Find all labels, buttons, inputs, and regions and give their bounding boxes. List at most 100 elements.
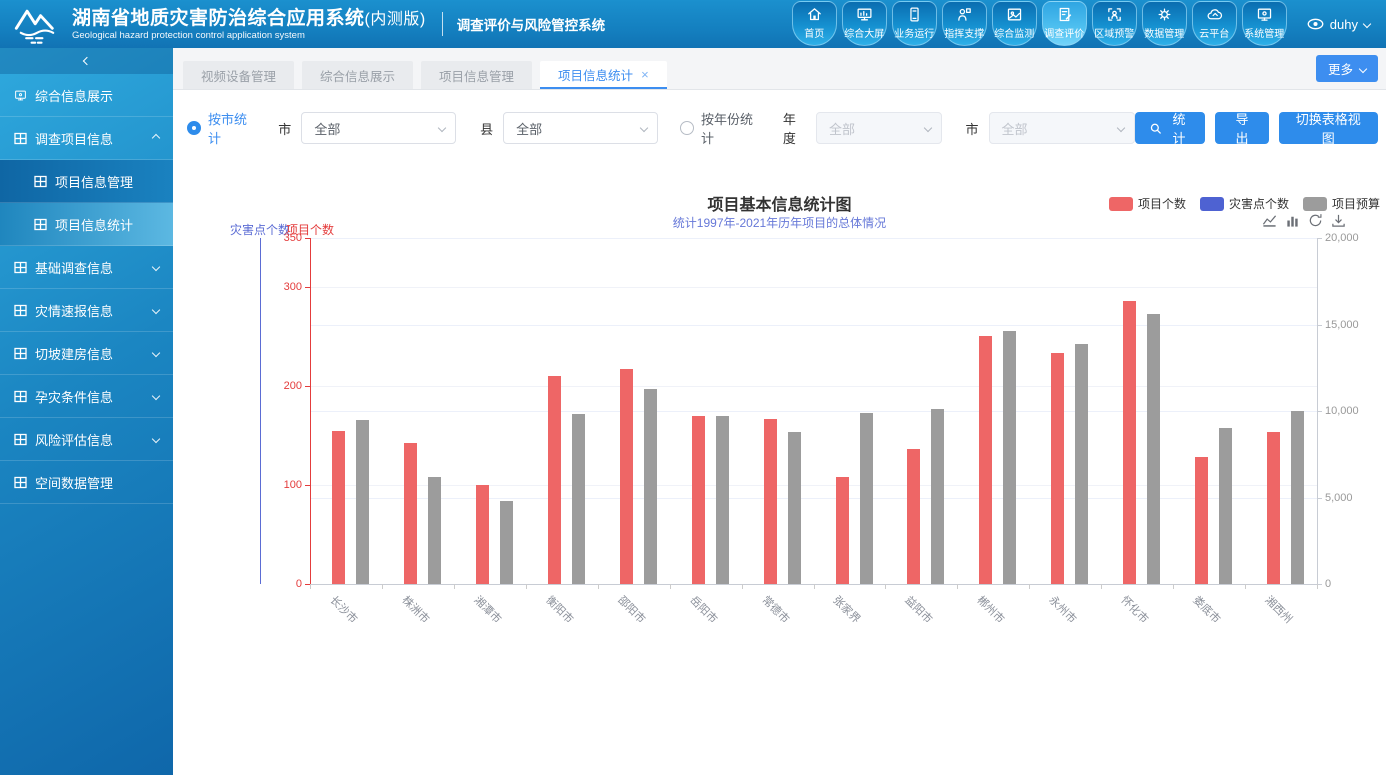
x-axis-label: 衡阳市	[542, 592, 577, 627]
header-divider	[442, 12, 443, 36]
radio-by-city-label[interactable]: 按市统计	[208, 109, 254, 147]
command-icon	[956, 6, 973, 23]
x-axis-label: 邵阳市	[614, 592, 649, 627]
sidebar-item[interactable]: 空间数据管理	[0, 461, 173, 504]
bar-项目预算-怀化市	[1147, 314, 1160, 584]
save-image-icon[interactable]	[1331, 213, 1346, 228]
gridline	[310, 287, 1317, 288]
x-axis-label: 怀化市	[1118, 592, 1153, 627]
bar-项目预算-张家界	[860, 413, 873, 584]
chart-toolbox	[1262, 213, 1346, 228]
nav-item-monitor[interactable]: 综合监测	[992, 1, 1037, 46]
tab-close-icon[interactable]: ×	[641, 67, 649, 82]
left-axis-line-projects	[310, 238, 311, 584]
nav-item-gear[interactable]: 数据管理	[1142, 1, 1187, 46]
gear-icon	[1156, 6, 1173, 23]
stat-button[interactable]: 统计	[1135, 112, 1205, 144]
right-axis-tick: 20,000	[1325, 232, 1359, 244]
chevron-down-icon	[438, 124, 446, 132]
gridline	[310, 238, 1317, 239]
bar-项目个数-张家界	[836, 477, 849, 584]
city2-select[interactable]: 全部	[989, 112, 1136, 144]
tick-mark	[1317, 411, 1322, 412]
nav-item-cloud[interactable]: 云平台	[1192, 1, 1237, 46]
bar-项目个数-常德市	[764, 419, 777, 584]
year-label: 年度	[783, 109, 806, 147]
legend-item[interactable]: 项目预算	[1303, 195, 1380, 212]
main-content: 视频设备管理综合信息展示项目信息管理项目信息统计× 更多 按市统计 市 全部 县…	[173, 48, 1386, 775]
x-tick-mark	[1029, 584, 1030, 589]
sidebar-item[interactable]: 风险评估信息	[0, 418, 173, 461]
user-menu[interactable]: duhy	[1307, 17, 1370, 32]
legend-swatch	[1109, 197, 1133, 211]
grid-icon	[14, 304, 27, 317]
more-button[interactable]: 更多	[1316, 55, 1378, 82]
tick-mark	[305, 485, 310, 486]
x-tick-mark	[1245, 584, 1246, 589]
switch-line-icon[interactable]	[1262, 213, 1277, 228]
monitor-icon	[1006, 6, 1023, 23]
chevron-left-icon	[82, 57, 90, 65]
sidebar-collapse-button[interactable]	[0, 48, 173, 74]
tab-item[interactable]: 视频设备管理	[183, 61, 294, 89]
left-axis-tick: 200	[284, 380, 302, 392]
nav-item-command[interactable]: 指挥支撑	[942, 1, 987, 46]
left-axis-tick: 300	[284, 281, 302, 293]
tab-item[interactable]: 项目信息管理	[421, 61, 532, 89]
filter-bar: 按市统计 市 全部 县 全部 按年份统计 年度 全部 市 全部 统计 导出	[187, 112, 1378, 144]
radio-by-city[interactable]	[187, 121, 201, 135]
right-axis-tick: 0	[1325, 578, 1331, 590]
tab-active[interactable]: 项目信息统计×	[540, 61, 667, 89]
restore-icon[interactable]	[1308, 213, 1323, 228]
tab-bar: 视频设备管理综合信息展示项目信息管理项目信息统计× 更多	[173, 48, 1386, 90]
sidebar-subitem[interactable]: 项目信息统计	[0, 203, 173, 246]
nav-item-mobile[interactable]: 业务运行	[892, 1, 937, 46]
year-select[interactable]: 全部	[816, 112, 941, 144]
nav-item-home[interactable]: 首页	[792, 1, 837, 46]
sidebar-item[interactable]: 综合信息展示	[0, 74, 173, 117]
x-tick-mark	[885, 584, 886, 589]
bar-项目个数-长沙市	[332, 431, 345, 584]
sidebar-item[interactable]: 调查项目信息	[0, 117, 173, 160]
bigscreen-icon	[856, 6, 873, 23]
x-axis-label: 株洲市	[399, 592, 434, 627]
tick-mark	[1317, 238, 1322, 239]
sidebar-item[interactable]: 孕灾条件信息	[0, 375, 173, 418]
sidebar-item[interactable]: 基础调查信息	[0, 246, 173, 289]
nav-item-survey[interactable]: 调查评价	[1042, 1, 1087, 46]
tick-mark	[1317, 325, 1322, 326]
legend-item[interactable]: 项目个数	[1109, 195, 1186, 212]
bar-项目预算-湘西州	[1291, 411, 1304, 584]
bar-项目个数-怀化市	[1123, 301, 1136, 584]
gridline	[310, 411, 1317, 412]
nav-item-bigscreen[interactable]: 综合大屏	[842, 1, 887, 46]
sidebar-item[interactable]: 灾情速报信息	[0, 289, 173, 332]
legend-item[interactable]: 灾害点个数	[1200, 195, 1289, 212]
subsystem-name: 调查评价与风险管控系统	[457, 14, 606, 34]
radio-by-year-label[interactable]: 按年份统计	[701, 109, 759, 147]
sidebar-item[interactable]: 切坡建房信息	[0, 332, 173, 375]
nav-item-system[interactable]: 系统管理	[1242, 1, 1287, 46]
nav-item-region[interactable]: 区域预警	[1092, 1, 1137, 46]
bar-项目个数-岳阳市	[692, 416, 705, 584]
county-select[interactable]: 全部	[503, 112, 658, 144]
table-view-button[interactable]: 切换表格视图	[1279, 112, 1378, 144]
tick-mark	[305, 386, 310, 387]
grid-icon	[34, 175, 47, 188]
switch-bar-icon[interactable]	[1285, 213, 1300, 228]
right-axis-tick: 15,000	[1325, 319, 1359, 331]
sidebar: 综合信息展示调查项目信息项目信息管理项目信息统计基础调查信息灾情速报信息切坡建房…	[0, 48, 173, 775]
city-select[interactable]: 全部	[301, 112, 456, 144]
export-button[interactable]: 导出	[1215, 112, 1268, 144]
tick-mark	[305, 287, 310, 288]
bar-项目预算-常德市	[788, 432, 801, 584]
left-axis-tick: 100	[284, 479, 302, 491]
tab-item[interactable]: 综合信息展示	[302, 61, 413, 89]
grid-icon	[34, 218, 47, 231]
x-axis-label: 娄底市	[1190, 592, 1225, 627]
radio-by-year[interactable]	[680, 121, 694, 135]
sidebar-subitem[interactable]: 项目信息管理	[0, 160, 173, 203]
x-tick-mark	[310, 584, 311, 589]
bar-项目预算-长沙市	[356, 420, 369, 584]
chevron-up-icon	[152, 134, 160, 142]
